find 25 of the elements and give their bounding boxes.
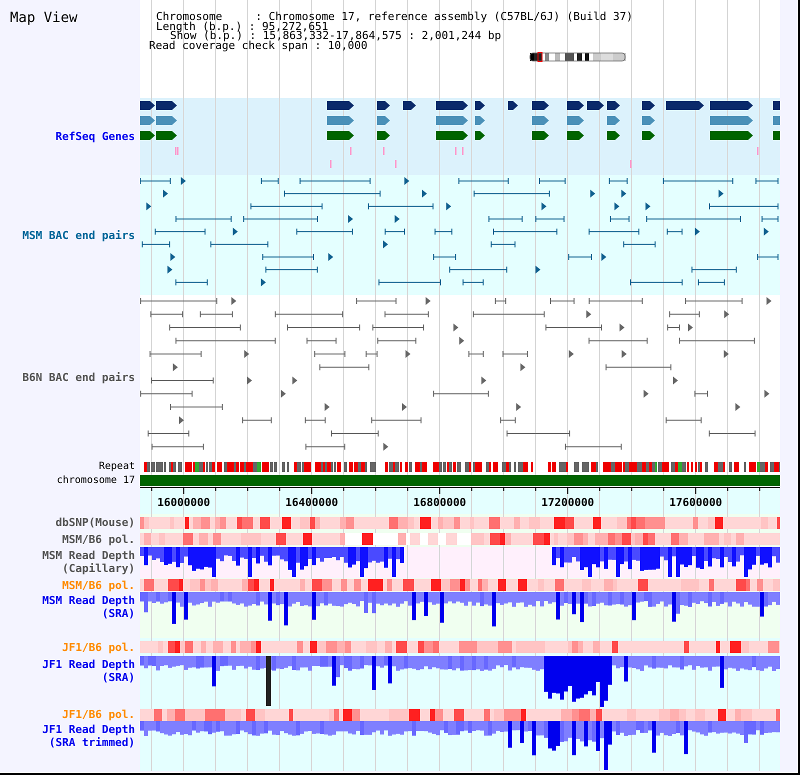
track-label: RefSeq Genes [56,130,135,143]
track-label: JF1 Read Depth (SRA trimmed) [42,723,135,749]
track-label: MSM/B6 pol. [62,578,135,592]
track-label: JF1 Read Depth (SRA) [42,658,135,684]
info-line: Show (b.p.) : 15,863,332-17,864,575 : 2,001,244 bp [170,31,502,40]
track-label: JF1/B6 pol. [62,640,135,654]
axis-label: 16400000 [285,496,338,509]
map-title: Map View [10,10,78,26]
track-label: B6N BAC end pairs [22,371,135,384]
info-line: Chromosome : Chromosome 17, reference assembly (C57BL/6J) (Build 37) [155,12,634,22]
track-label: MSM BAC end pairs [22,228,135,242]
track-label: chromosome 17 [56,474,135,486]
track-label: MSM Read Depth (SRA) [42,594,135,620]
axis-label: 17200000 [541,496,594,509]
axis-label: 17600000 [669,496,722,509]
track-label: Repeat [98,460,135,473]
track-label: JF1/B6 pol. [62,708,135,721]
chromosome-ideogram-icon [529,52,627,62]
axis-label: 16800000 [413,496,466,509]
info-line: Length (b.p.) : 95,272,651 [155,22,328,31]
track-label: MSM/B6 pol. [62,532,135,546]
track-label: dbSNP(Mouse) [56,516,135,529]
track-label: MSM Read Depth (Capillary) [42,549,135,575]
info-line: Read coverage check span : 10,000 [149,40,368,50]
axis-label: 16000000 [157,496,210,509]
